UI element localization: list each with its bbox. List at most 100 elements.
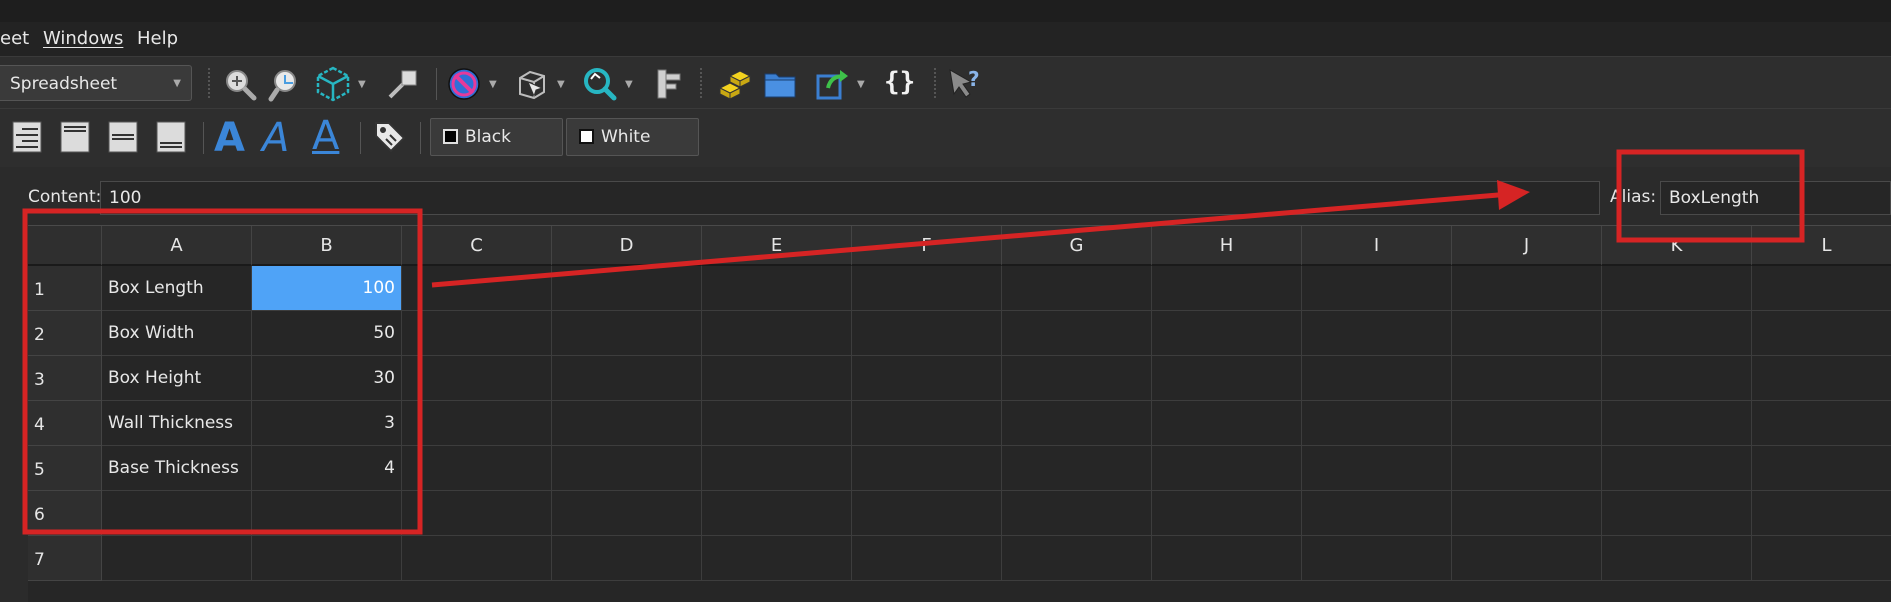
align-vcenter-icon[interactable]	[108, 121, 138, 153]
chevron-down-icon[interactable]: ▼	[358, 79, 366, 90]
export-icon[interactable]	[814, 66, 850, 102]
align-bottom-icon[interactable]	[156, 121, 186, 153]
cell-h1[interactable]	[1152, 266, 1302, 311]
cell-b3[interactable]: 30	[252, 356, 402, 401]
cell-i7[interactable]	[1302, 536, 1452, 581]
cell-a3[interactable]: Box Height	[102, 356, 252, 401]
cell-g1[interactable]	[1002, 266, 1152, 311]
cell-g5[interactable]	[1002, 446, 1152, 491]
cell-f6[interactable]	[852, 491, 1002, 536]
cell-e2[interactable]	[702, 311, 852, 356]
underline-icon[interactable]: A	[312, 113, 339, 159]
column-header-h[interactable]: H	[1152, 226, 1302, 266]
cell-e6[interactable]	[702, 491, 852, 536]
cell-d5[interactable]	[552, 446, 702, 491]
column-header-e[interactable]: E	[702, 226, 852, 266]
row-header-3[interactable]: 3	[28, 356, 102, 401]
cell-d2[interactable]	[552, 311, 702, 356]
toolbar-grip[interactable]	[208, 68, 214, 98]
toolbar-grip[interactable]	[700, 68, 706, 98]
folder-icon[interactable]	[762, 66, 798, 102]
cell-l1[interactable]	[1752, 266, 1891, 311]
row-header-1[interactable]: 1	[28, 266, 102, 311]
cell-l6[interactable]	[1752, 491, 1891, 536]
cell-f7[interactable]	[852, 536, 1002, 581]
cell-k7[interactable]	[1602, 536, 1752, 581]
cell-i1[interactable]	[1302, 266, 1452, 311]
tag-icon[interactable]	[372, 119, 408, 155]
cell-e5[interactable]	[702, 446, 852, 491]
cell-f1[interactable]	[852, 266, 1002, 311]
link-icon[interactable]	[386, 67, 420, 101]
cell-c1[interactable]	[402, 266, 552, 311]
alias-input[interactable]: BoxLength	[1660, 181, 1891, 215]
cell-k6[interactable]	[1602, 491, 1752, 536]
cell-i6[interactable]	[1302, 491, 1452, 536]
cell-h6[interactable]	[1152, 491, 1302, 536]
cell-j5[interactable]	[1452, 446, 1602, 491]
cell-f5[interactable]	[852, 446, 1002, 491]
cell-a4[interactable]: Wall Thickness	[102, 401, 252, 446]
row-header-4[interactable]: 4	[28, 401, 102, 446]
isometric-view-icon[interactable]	[314, 65, 352, 103]
cell-l3[interactable]	[1752, 356, 1891, 401]
cell-b1[interactable]: 100	[252, 266, 402, 311]
cell-i2[interactable]	[1302, 311, 1452, 356]
parts-icon[interactable]	[716, 66, 752, 102]
cell-h3[interactable]	[1152, 356, 1302, 401]
cell-h7[interactable]	[1152, 536, 1302, 581]
draw-style-icon[interactable]	[446, 66, 482, 102]
cell-h5[interactable]	[1152, 446, 1302, 491]
cell-j1[interactable]	[1452, 266, 1602, 311]
align-right-icon[interactable]	[12, 121, 42, 153]
cell-b5[interactable]: 4	[252, 446, 402, 491]
cell-a1[interactable]: Box Length	[102, 266, 252, 311]
cell-h2[interactable]	[1152, 311, 1302, 356]
align-top-icon[interactable]	[60, 121, 90, 153]
menu-help[interactable]: Help	[137, 28, 178, 49]
macro-braces-icon[interactable]: {}	[884, 67, 915, 97]
cell-i4[interactable]	[1302, 401, 1452, 446]
measure-icon[interactable]	[650, 66, 686, 102]
cell-l5[interactable]	[1752, 446, 1891, 491]
column-header-b[interactable]: B	[252, 226, 402, 266]
cell-c5[interactable]	[402, 446, 552, 491]
row-header-7[interactable]: 7	[28, 536, 102, 581]
cell-c7[interactable]	[402, 536, 552, 581]
cell-k5[interactable]	[1602, 446, 1752, 491]
cell-k1[interactable]	[1602, 266, 1752, 311]
cell-c2[interactable]	[402, 311, 552, 356]
chevron-down-icon[interactable]: ▼	[489, 79, 497, 90]
cell-b6[interactable]	[252, 491, 402, 536]
grid-corner[interactable]	[28, 226, 102, 266]
cell-d6[interactable]	[552, 491, 702, 536]
cell-e3[interactable]	[702, 356, 852, 401]
italic-icon[interactable]: A	[262, 115, 289, 161]
toolbar-grip[interactable]	[934, 68, 940, 98]
chevron-down-icon[interactable]: ▼	[857, 79, 865, 90]
cell-e4[interactable]	[702, 401, 852, 446]
column-header-i[interactable]: I	[1302, 226, 1452, 266]
column-header-c[interactable]: C	[402, 226, 552, 266]
cell-g2[interactable]	[1002, 311, 1152, 356]
cell-d4[interactable]	[552, 401, 702, 446]
row-header-6[interactable]: 6	[28, 491, 102, 536]
cell-j6[interactable]	[1452, 491, 1602, 536]
cell-a7[interactable]	[102, 536, 252, 581]
cell-f2[interactable]	[852, 311, 1002, 356]
cell-l2[interactable]	[1752, 311, 1891, 356]
zoom-fit-icon[interactable]	[222, 66, 258, 102]
chevron-down-icon[interactable]: ▼	[625, 79, 633, 90]
cell-j2[interactable]	[1452, 311, 1602, 356]
whats-this-icon[interactable]: ?	[946, 66, 982, 102]
cell-h4[interactable]	[1152, 401, 1302, 446]
cell-a2[interactable]: Box Width	[102, 311, 252, 356]
row-header-2[interactable]: 2	[28, 311, 102, 356]
cell-f3[interactable]	[852, 356, 1002, 401]
cell-k4[interactable]	[1602, 401, 1752, 446]
cell-d3[interactable]	[552, 356, 702, 401]
cell-b7[interactable]	[252, 536, 402, 581]
content-input[interactable]: 100	[100, 181, 1600, 215]
cell-k2[interactable]	[1602, 311, 1752, 356]
workbench-selector[interactable]: Spreadsheet ▼	[0, 65, 192, 101]
